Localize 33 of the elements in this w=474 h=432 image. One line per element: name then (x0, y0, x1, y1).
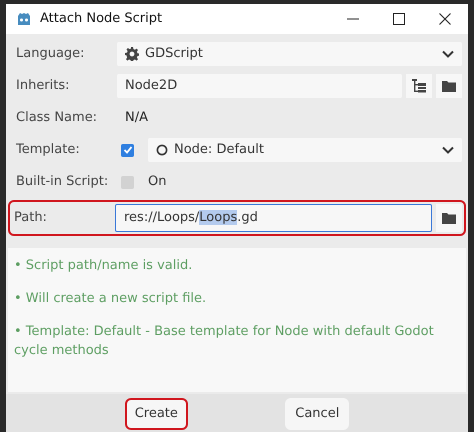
field-label: Class Name: (16, 110, 98, 126)
class-name-value: N/A (124, 110, 148, 126)
folder-icon (442, 212, 456, 224)
path-field[interactable]: res://Loops/Loops.gd (115, 204, 432, 232)
status-message: • Will create a new script file. (14, 290, 208, 308)
field-label: Template: (16, 142, 81, 158)
template-dropdown[interactable]: Node: Default (148, 138, 462, 162)
inherits-field[interactable]: Node2D (117, 74, 402, 98)
status-message: • Template: Default - Base template for Node with default Godot cycle methods (14, 323, 435, 360)
browse-button[interactable] (436, 74, 462, 98)
field-label: Inherits: (16, 78, 71, 94)
folder-icon (442, 80, 456, 92)
field-label: Built-in Script: (16, 174, 110, 190)
checkbox[interactable] (121, 144, 134, 156)
checkbox[interactable] (121, 176, 134, 188)
chevron-down-icon (442, 50, 454, 58)
field-label: Language: (16, 46, 86, 62)
dialog-button[interactable]: Create (124, 398, 188, 430)
language-dropdown[interactable]: GDScript (117, 42, 462, 66)
gear-icon (125, 47, 139, 61)
maximize-icon[interactable] (393, 13, 405, 25)
checkbox-label: On (148, 174, 166, 190)
browse-button[interactable] (436, 204, 462, 232)
window-title: Attach Node Script (40, 11, 164, 27)
dialog-button[interactable]: Cancel (285, 398, 350, 430)
tree-icon (412, 79, 426, 93)
godot-logo-icon (16, 12, 32, 26)
node-circle-icon (156, 144, 168, 156)
tree-button[interactable] (406, 74, 432, 98)
status-message: • Script path/name is valid. (14, 257, 194, 275)
field-label: Path: (14, 210, 48, 226)
close-icon[interactable] (439, 13, 451, 25)
chevron-down-icon (442, 146, 454, 154)
